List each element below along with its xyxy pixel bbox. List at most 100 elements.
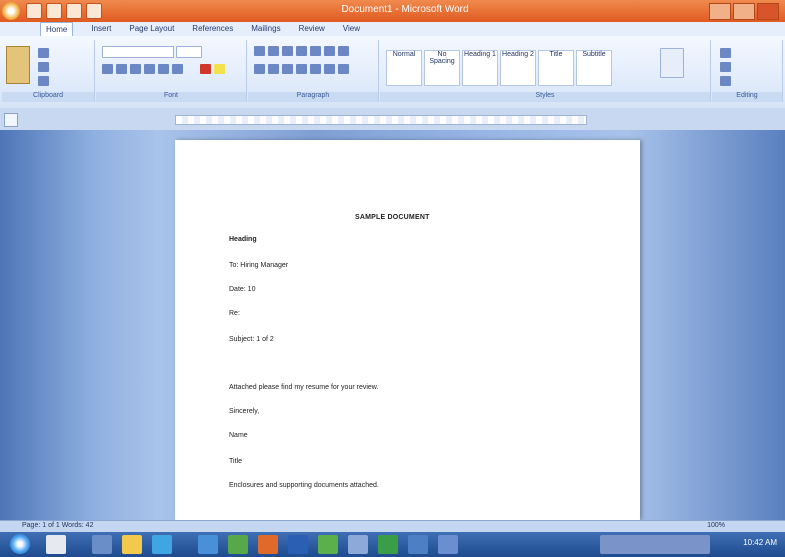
sort-icon[interactable] bbox=[324, 46, 335, 56]
underline-icon[interactable] bbox=[130, 64, 141, 74]
font-name-select[interactable] bbox=[102, 46, 174, 58]
doc-line: Sincerely, bbox=[229, 408, 260, 415]
increase-indent-icon[interactable] bbox=[310, 46, 321, 56]
customize-qat-icon[interactable] bbox=[86, 3, 102, 19]
zoom-level[interactable]: 100% bbox=[707, 522, 725, 529]
bullets-icon[interactable] bbox=[254, 46, 265, 56]
document-heading: SAMPLE DOCUMENT bbox=[355, 214, 430, 221]
paragraph-group: Paragraph bbox=[248, 40, 379, 102]
taskbar-browser-icon[interactable] bbox=[152, 535, 172, 554]
start-button[interactable] bbox=[10, 534, 30, 554]
doc-line: To: Hiring Manager bbox=[229, 262, 289, 269]
style-subtitle[interactable]: Subtitle bbox=[576, 50, 612, 86]
taskbar-app-icon[interactable] bbox=[198, 535, 218, 554]
style-normal[interactable]: Normal bbox=[386, 50, 422, 86]
tab-home[interactable]: Home bbox=[40, 22, 74, 36]
group-label-clipboard: Clipboard bbox=[2, 92, 94, 102]
office-button-icon[interactable] bbox=[2, 2, 20, 20]
show-marks-icon[interactable] bbox=[338, 46, 349, 56]
close-button[interactable] bbox=[757, 3, 779, 20]
taskbar-app-icon[interactable] bbox=[46, 535, 66, 554]
window-title: Document1 - Microsoft Word bbox=[341, 4, 469, 15]
change-styles-button[interactable] bbox=[660, 48, 684, 78]
style-no-spacing[interactable]: No Spacing bbox=[424, 50, 460, 86]
decrease-indent-icon[interactable] bbox=[296, 46, 307, 56]
taskbar-app-icon[interactable] bbox=[92, 535, 112, 554]
undo-icon[interactable] bbox=[46, 3, 62, 19]
maximize-button[interactable] bbox=[733, 3, 755, 20]
minimize-button[interactable] bbox=[709, 3, 731, 20]
group-label-paragraph: Paragraph bbox=[248, 92, 378, 102]
group-label-editing: Editing bbox=[712, 92, 782, 102]
document-page[interactable]: SAMPLE DOCUMENT Heading To: Hiring Manag… bbox=[175, 140, 640, 520]
format-painter-icon[interactable] bbox=[38, 76, 49, 86]
highlight-icon[interactable] bbox=[214, 64, 225, 74]
shading-icon[interactable] bbox=[324, 64, 335, 74]
align-right-icon[interactable] bbox=[282, 64, 293, 74]
taskbar-word-icon[interactable] bbox=[288, 535, 308, 554]
copy-icon[interactable] bbox=[38, 62, 49, 72]
taskbar-powerpoint-icon[interactable] bbox=[258, 535, 278, 554]
horizontal-ruler[interactable] bbox=[175, 115, 587, 125]
tab-references[interactable]: References bbox=[192, 22, 233, 36]
font-size-select[interactable] bbox=[176, 46, 202, 58]
font-color-icon[interactable] bbox=[200, 64, 211, 74]
taskbar-clock[interactable]: 10:42 AM bbox=[743, 538, 777, 547]
tab-mailings[interactable]: Mailings bbox=[251, 22, 280, 36]
title-bar: Document1 - Microsoft Word bbox=[0, 0, 785, 22]
tab-review[interactable]: Review bbox=[299, 22, 325, 36]
ruler bbox=[0, 108, 785, 130]
tab-insert[interactable]: Insert bbox=[91, 22, 111, 36]
taskbar-excel-icon[interactable] bbox=[228, 535, 248, 554]
taskbar-app-icon[interactable] bbox=[438, 535, 458, 554]
taskbar-app-icon[interactable] bbox=[408, 535, 428, 554]
doc-line: Name bbox=[229, 432, 248, 439]
group-label-styles: Styles bbox=[380, 92, 710, 102]
find-icon[interactable] bbox=[720, 48, 731, 58]
font-group: Font bbox=[96, 40, 247, 102]
doc-line: Subject: 1 of 2 bbox=[229, 336, 274, 343]
save-icon[interactable] bbox=[26, 3, 42, 19]
bold-icon[interactable] bbox=[102, 64, 113, 74]
system-tray[interactable] bbox=[600, 535, 710, 554]
align-center-icon[interactable] bbox=[268, 64, 279, 74]
numbering-icon[interactable] bbox=[268, 46, 279, 56]
doc-line: Enclosures and supporting documents atta… bbox=[229, 482, 379, 489]
line-spacing-icon[interactable] bbox=[310, 64, 321, 74]
tab-page-layout[interactable]: Page Layout bbox=[129, 22, 174, 36]
strikethrough-icon[interactable] bbox=[144, 64, 155, 74]
editing-group: Editing bbox=[712, 40, 783, 102]
document-workspace: SAMPLE DOCUMENT Heading To: Hiring Manag… bbox=[0, 130, 785, 520]
replace-icon[interactable] bbox=[720, 62, 731, 72]
taskbar-folder-icon[interactable] bbox=[122, 535, 142, 554]
window-controls bbox=[709, 3, 779, 20]
tab-selector-button[interactable] bbox=[4, 113, 18, 127]
taskbar-app-icon[interactable] bbox=[348, 535, 368, 554]
doc-line: Date: 10 bbox=[229, 286, 256, 293]
group-label-font: Font bbox=[96, 92, 246, 102]
doc-line: Heading bbox=[229, 236, 257, 243]
doc-line: Title bbox=[229, 458, 242, 465]
taskbar-app-icon[interactable] bbox=[318, 535, 338, 554]
select-icon[interactable] bbox=[720, 76, 731, 86]
align-left-icon[interactable] bbox=[254, 64, 265, 74]
tab-view[interactable]: View bbox=[343, 22, 360, 36]
ribbon: Clipboard Font Paragraph Normal No Spaci… bbox=[0, 36, 785, 109]
borders-icon[interactable] bbox=[338, 64, 349, 74]
multilevel-list-icon[interactable] bbox=[282, 46, 293, 56]
style-heading-2[interactable]: Heading 2 bbox=[500, 50, 536, 86]
taskbar-app-icon[interactable] bbox=[378, 535, 398, 554]
cut-icon[interactable] bbox=[38, 48, 49, 58]
style-title[interactable]: Title bbox=[538, 50, 574, 86]
clipboard-group: Clipboard bbox=[2, 40, 95, 102]
ribbon-tabs: Home Insert Page Layout References Maili… bbox=[0, 22, 785, 36]
style-heading-1[interactable]: Heading 1 bbox=[462, 50, 498, 86]
italic-icon[interactable] bbox=[116, 64, 127, 74]
justify-icon[interactable] bbox=[296, 64, 307, 74]
redo-icon[interactable] bbox=[66, 3, 82, 19]
doc-line: Attached please find my resume for your … bbox=[229, 384, 379, 391]
superscript-icon[interactable] bbox=[172, 64, 183, 74]
taskbar: 10:42 AM bbox=[0, 532, 785, 557]
subscript-icon[interactable] bbox=[158, 64, 169, 74]
paste-icon[interactable] bbox=[6, 46, 30, 84]
